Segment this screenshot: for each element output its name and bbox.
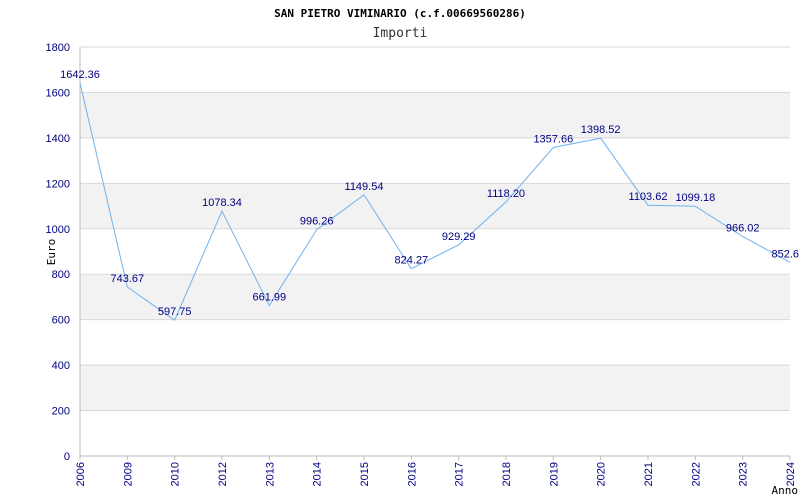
x-tick-label: 2017 <box>454 462 466 486</box>
data-label: 661.99 <box>253 292 287 304</box>
y-tick-label: 1600 <box>46 87 70 99</box>
data-label: 1149.54 <box>345 181 384 193</box>
y-tick-label: 600 <box>52 315 70 327</box>
data-label: 1357.66 <box>533 134 573 146</box>
x-tick-label: 2019 <box>548 462 560 486</box>
data-label: 1118.20 <box>487 188 525 200</box>
y-tick-label: 0 <box>64 451 70 463</box>
y-tick-label: 1200 <box>46 178 70 190</box>
x-tick-label: 2009 <box>122 462 134 486</box>
data-label: 852.6 <box>771 248 799 260</box>
plot-background <box>80 46 790 457</box>
data-label: 929.29 <box>442 231 476 243</box>
x-tick-label: 2010 <box>170 462 182 486</box>
x-tick-label: 2020 <box>596 462 608 486</box>
x-tick-label: 2015 <box>359 462 371 486</box>
y-tick-label: 200 <box>52 406 70 418</box>
data-label: 1078.34 <box>202 197 242 209</box>
y-axis-label: Euro <box>45 239 58 266</box>
x-tick-label: 2014 <box>312 462 324 486</box>
data-label: 996.26 <box>300 216 334 228</box>
y-tick-label: 1800 <box>46 42 70 54</box>
x-axis: 2006 2009 2010 2012 2013 2014 2015 2016 2017 2018… <box>75 455 797 486</box>
data-label: 824.27 <box>395 255 429 267</box>
x-tick-label: 2024 <box>785 462 797 486</box>
data-label: 743.67 <box>111 273 145 285</box>
y-tick-label: 1400 <box>46 133 70 145</box>
data-label: 597.75 <box>158 306 192 318</box>
x-tick-label: 2012 <box>217 462 229 486</box>
x-tick-label: 2016 <box>406 462 418 486</box>
x-tick-label: 2006 <box>75 462 87 486</box>
data-label: 1099.18 <box>675 192 715 204</box>
grid-band <box>80 92 790 138</box>
data-label: 966.02 <box>726 222 760 234</box>
y-tick-label: 1000 <box>46 224 70 236</box>
x-tick-label: 2021 <box>643 462 655 486</box>
x-tick-label: 2013 <box>264 462 276 486</box>
chart-title: SAN PIETRO VIMINARIO (c.f.00669560286) <box>274 7 526 20</box>
data-label: 1642.36 <box>60 69 100 81</box>
data-label: 1398.52 <box>581 124 621 136</box>
y-tick-label: 800 <box>52 269 70 281</box>
line-chart: SAN PIETRO VIMINARIO (c.f.00669560286) I… <box>45 7 799 497</box>
chart-subtitle: Importi <box>373 26 428 41</box>
x-tick-label: 2022 <box>690 462 702 486</box>
data-label: 1103.62 <box>629 191 668 203</box>
y-tick-label: 400 <box>52 360 70 372</box>
x-tick-label: 2018 <box>501 462 513 486</box>
x-axis-label: Anno <box>772 484 799 497</box>
grid-band <box>80 365 790 411</box>
x-tick-label: 2023 <box>738 462 750 486</box>
